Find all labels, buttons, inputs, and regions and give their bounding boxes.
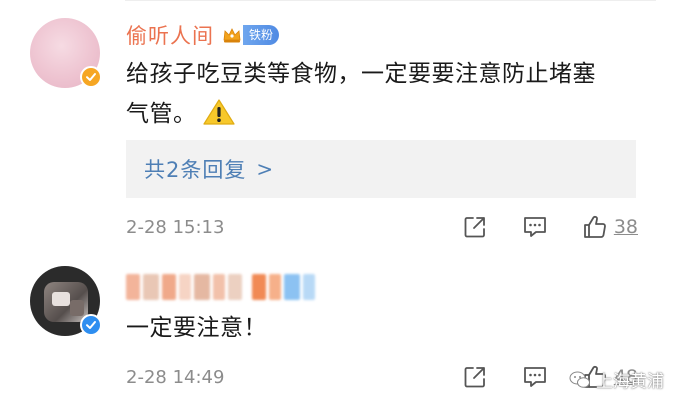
share-button[interactable] <box>462 364 488 390</box>
wechat-logo-icon <box>569 371 590 388</box>
comment-header: 偷听人间 铁粉 <box>126 18 280 52</box>
comment-text: 给孩子吃豆类等食物，一定要要注意防止堵塞 气管。 <box>126 54 646 134</box>
avatar[interactable] <box>30 266 102 336</box>
comment-icon <box>523 217 546 237</box>
share-button[interactable] <box>462 214 488 240</box>
like-count: 38 <box>613 216 638 238</box>
comment-icon <box>523 367 546 387</box>
comment-meta: 2-28 15:13 38 <box>126 210 638 244</box>
comment-item: 偷听人间 铁粉 给孩子吃豆类等食物，一定要要注意防止堵塞 气管。 共2条回复 >… <box>0 0 674 258</box>
watermark-label: 上海黄浦 <box>596 372 664 392</box>
like-button[interactable]: 38 <box>582 214 638 240</box>
username[interactable]: 偷听人间 <box>126 20 214 50</box>
crown-icon <box>223 28 241 43</box>
username-redacted[interactable] <box>126 273 318 301</box>
timestamp: 2-28 14:49 <box>126 366 225 388</box>
comment-text: 一定要注意！ <box>126 315 267 341</box>
comment-header <box>126 270 318 304</box>
share-icon <box>464 217 485 238</box>
verified-badge-icon <box>80 314 102 336</box>
watermark: 上海黄浦 <box>568 367 664 392</box>
comment-meta: 2-28 14:49 48 <box>126 360 638 394</box>
replies-label: 共2条回复 <box>144 158 247 182</box>
chevron-right-icon: > <box>256 157 275 181</box>
avatar[interactable] <box>30 18 102 88</box>
verified-badge-icon <box>80 66 102 88</box>
share-icon <box>464 367 485 388</box>
comment-text-tail: 气管。 <box>126 101 197 127</box>
comment-text-line: 给孩子吃豆类等食物，一定要要注意防止堵塞 <box>126 61 596 87</box>
fan-badge: 铁粉 <box>243 25 280 45</box>
warning-icon <box>202 99 235 125</box>
view-replies-button[interactable]: 共2条回复 > <box>126 140 636 198</box>
comment-button[interactable] <box>522 364 548 390</box>
comment-button[interactable] <box>522 214 548 240</box>
timestamp: 2-28 15:13 <box>126 216 225 238</box>
comment-actions: 38 <box>428 214 638 240</box>
like-icon <box>583 215 606 238</box>
comment-text-line: 气管。 <box>126 94 646 134</box>
